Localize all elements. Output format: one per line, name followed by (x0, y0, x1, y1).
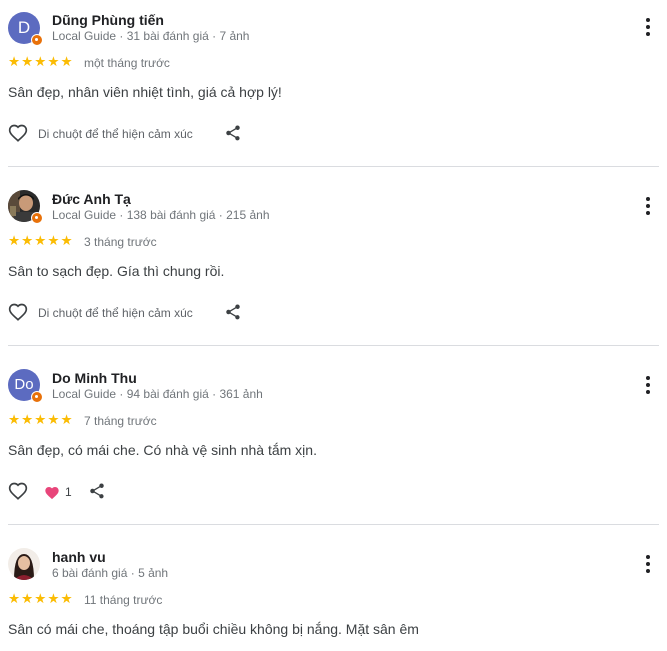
star-icon: ★ (8, 591, 21, 607)
avatar-photo (8, 548, 40, 580)
star-icon: ★ (47, 591, 60, 607)
avatar[interactable] (8, 548, 40, 580)
reviewer-name[interactable]: hanh vu (52, 549, 106, 565)
review-date: 11 tháng trước (84, 593, 163, 607)
star-icon: ★ (21, 591, 34, 607)
more-options-icon[interactable] (640, 554, 656, 574)
review-card: hanh vu 6 bài đánh giá · 5 ảnh ★ ★ ★ ★ ★ 11 … (0, 0, 667, 651)
review-text: Sân có mái che, thoáng tập buổi chiều kh… (8, 621, 419, 637)
star-rating: ★ ★ ★ ★ ★ (8, 591, 73, 607)
star-icon: ★ (60, 591, 73, 607)
reviewer-meta[interactable]: 6 bài đánh giá · 5 ảnh (52, 566, 168, 580)
star-icon: ★ (34, 591, 47, 607)
